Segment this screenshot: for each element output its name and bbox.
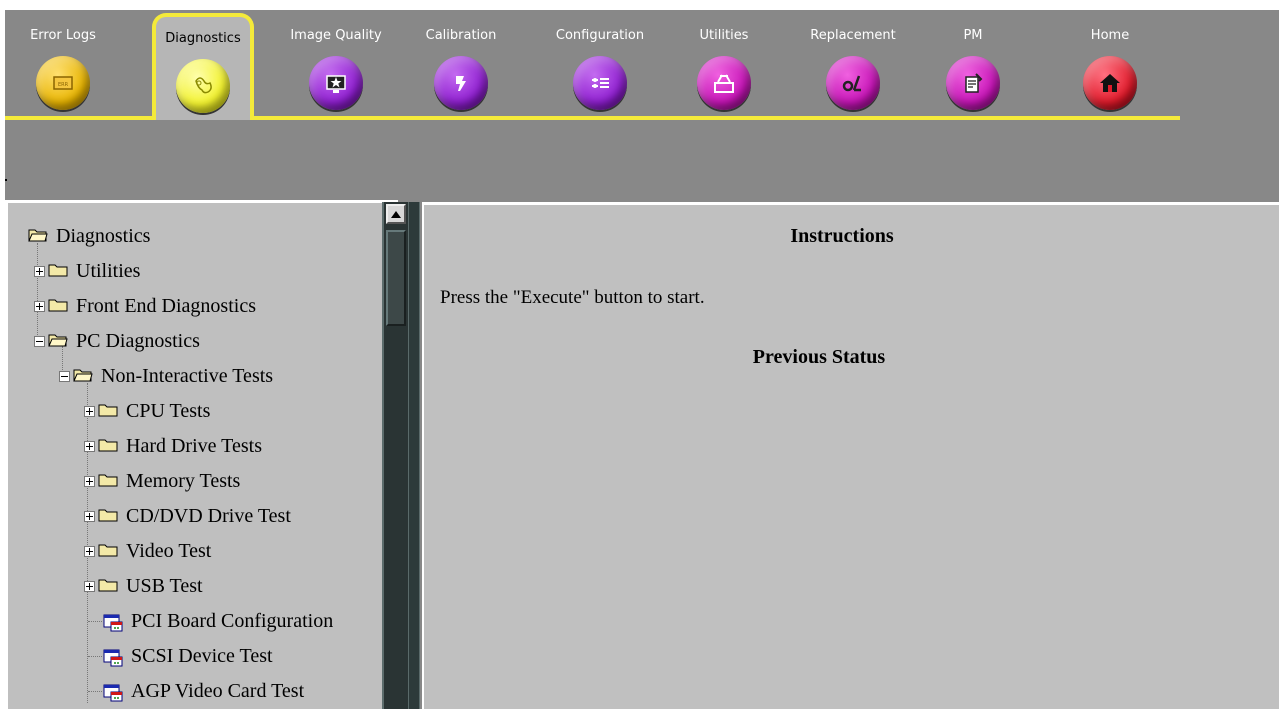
tree-label: PCI Board Configuration — [131, 610, 334, 632]
tab-diagnostics[interactable]: Diagnostics — [152, 13, 254, 120]
tree-node-agp-video-card-test[interactable]: AGP Video Card Test — [103, 676, 304, 706]
tab-label: Configuration — [555, 28, 645, 43]
tree-label: USB Test — [126, 575, 203, 597]
expand-icon[interactable] — [84, 405, 95, 417]
expand-icon[interactable] — [34, 265, 45, 277]
tab-pm[interactable]: PM — [933, 10, 1013, 120]
collapse-icon[interactable] — [59, 370, 70, 382]
scroll-up-arrow-icon[interactable] — [386, 204, 406, 224]
expand-icon[interactable] — [84, 440, 95, 452]
svg-text:ERR: ERR — [58, 82, 69, 88]
tab-label: Diagnostics — [165, 31, 241, 46]
tree-node-scsi-device-test[interactable]: SCSI Device Test — [103, 641, 273, 671]
folder-open-icon — [73, 368, 93, 382]
tree-label: Front End Diagnostics — [76, 295, 256, 317]
expand-icon[interactable] — [84, 510, 95, 522]
instructions-text: Press the "Execute" button to start. — [440, 287, 705, 308]
pm-icon — [946, 56, 1000, 110]
folder-open-icon — [48, 333, 68, 347]
tab-calibration[interactable]: Calibration — [413, 10, 509, 120]
tree-node-front-end-diagnostics[interactable]: Front End Diagnostics — [34, 291, 256, 321]
tree-node-cd-dvd-drive-test[interactable]: CD/DVD Drive Test — [84, 501, 291, 531]
top-navigation-bar: Error Logs ERR Diagnostics Image Quality… — [5, 10, 1279, 198]
expand-icon[interactable] — [34, 300, 45, 312]
tab-label: Utilities — [699, 28, 749, 43]
tree-label: CD/DVD Drive Test — [126, 505, 291, 527]
folder-icon — [98, 403, 118, 417]
instructions-panel: Instructions Press the "Execute" button … — [422, 202, 1279, 709]
stray-dot — [5, 179, 7, 181]
folder-open-icon — [28, 228, 48, 242]
configuration-icon — [573, 56, 627, 110]
home-icon — [1083, 56, 1137, 110]
tree-node-utilities[interactable]: Utilities — [34, 256, 140, 286]
expand-icon[interactable] — [84, 580, 95, 592]
collapse-icon[interactable] — [34, 335, 45, 347]
folder-icon — [98, 543, 118, 557]
tab-label: Home — [1090, 28, 1130, 43]
calibration-icon — [434, 56, 488, 110]
tree-label: Non-Interactive Tests — [101, 365, 274, 387]
tree-label: PC Diagnostics — [76, 330, 200, 352]
tab-label: PM — [963, 28, 983, 43]
folder-icon — [98, 473, 118, 487]
tree-node-hard-drive-tests[interactable]: Hard Drive Tests — [84, 431, 262, 461]
tree-node-pci-board-configuration[interactable]: PCI Board Configuration — [103, 606, 333, 636]
error-log-icon: ERR — [36, 56, 90, 110]
tab-configuration[interactable]: Configuration — [542, 10, 658, 120]
tree-node-usb-test[interactable]: USB Test — [84, 571, 203, 601]
folder-icon — [98, 438, 118, 452]
tab-home[interactable]: Home — [1067, 10, 1153, 120]
folder-icon — [98, 578, 118, 592]
test-window-icon — [103, 681, 123, 702]
tree-node-pc-diagnostics[interactable]: PC Diagnostics — [34, 326, 200, 356]
tree-label: SCSI Device Test — [131, 645, 273, 667]
tab-image-quality[interactable]: Image Quality — [280, 10, 392, 120]
test-window-icon — [103, 646, 123, 667]
expand-icon[interactable] — [84, 475, 95, 487]
previous-status-title: Previous Status — [752, 346, 886, 368]
diagnostics-icon — [176, 59, 230, 113]
tree-label: Hard Drive Tests — [126, 435, 262, 457]
scroll-thumb[interactable] — [386, 230, 406, 326]
tree-node-memory-tests[interactable]: Memory Tests — [84, 466, 240, 496]
folder-icon — [48, 298, 68, 312]
pane-splitter[interactable] — [408, 202, 420, 709]
tab-utilities[interactable]: Utilities — [681, 10, 767, 120]
tree-label: AGP Video Card Test — [131, 680, 305, 702]
tab-label: Calibration — [425, 28, 497, 43]
folder-icon — [48, 263, 68, 277]
tree-node-diagnostics[interactable]: Diagnostics — [28, 221, 150, 251]
tree-node-cpu-tests[interactable]: CPU Tests — [84, 396, 210, 426]
tree-label: Utilities — [76, 260, 141, 282]
diagnostics-tree[interactable]: Diagnostics Utilities Front End Diagnost… — [5, 200, 398, 709]
instructions-title: Instructions — [790, 225, 894, 247]
utilities-icon — [697, 56, 751, 110]
test-window-icon — [103, 611, 123, 632]
tree-node-video-test[interactable]: Video Test — [84, 536, 211, 566]
tree-label: CPU Tests — [126, 400, 211, 422]
tab-label: Replacement — [810, 28, 896, 43]
tree-node-non-interactive-tests[interactable]: Non-Interactive Tests — [59, 361, 273, 391]
tab-error-logs[interactable]: Error Logs ERR — [13, 10, 113, 120]
tab-label: Image Quality — [290, 28, 382, 43]
folder-icon — [98, 508, 118, 522]
tab-replacement[interactable]: Replacement — [801, 10, 905, 120]
replacement-icon — [826, 56, 880, 110]
tab-label: Error Logs — [30, 28, 96, 43]
tree-label: Video Test — [126, 540, 212, 562]
image-quality-icon — [309, 56, 363, 110]
expand-icon[interactable] — [84, 545, 95, 557]
tree-scrollbar[interactable] — [382, 202, 408, 709]
tree-label: Diagnostics — [56, 225, 151, 247]
app-window: Error Logs ERR Diagnostics Image Quality… — [5, 10, 1279, 709]
tree-label: Memory Tests — [126, 470, 241, 492]
